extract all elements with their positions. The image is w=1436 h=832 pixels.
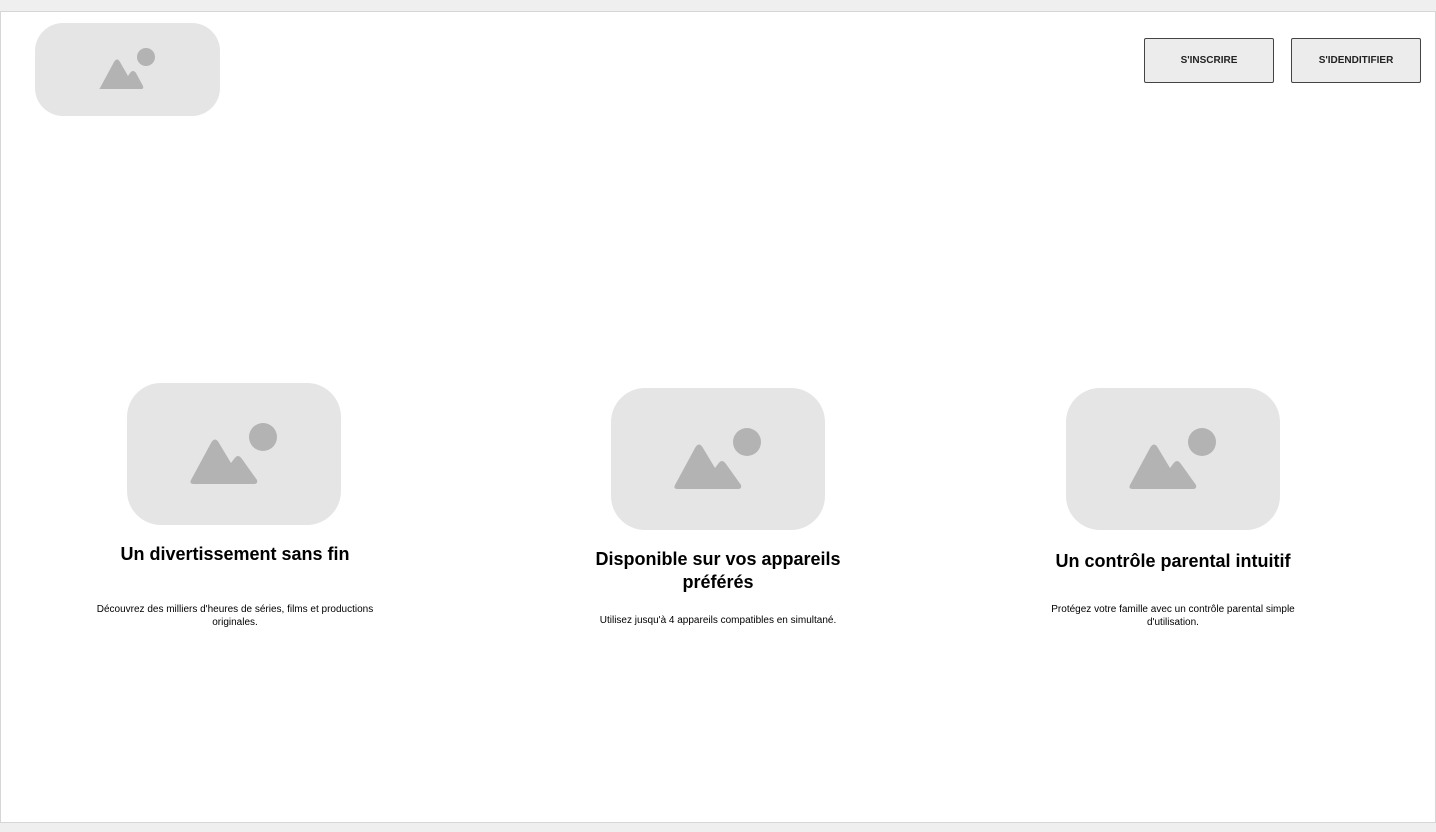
- image-placeholder-icon: [190, 423, 277, 484]
- login-button[interactable]: S'IDENDITIFIER: [1291, 38, 1421, 83]
- feature-title: Un contrôle parental intuitif: [1055, 551, 1291, 571]
- logo-placeholder-icon[interactable]: [35, 23, 220, 116]
- feature-image-placeholder: [1066, 388, 1280, 530]
- image-placeholder-icon: [98, 47, 155, 89]
- page-frame: S'INSCRIRE S'IDENDITIFIER Un divertissem…: [0, 11, 1436, 823]
- feature-image-placeholder: [611, 388, 825, 530]
- feature-card-entertainment: Un divertissement sans fin Découvrez des…: [85, 383, 385, 643]
- feature-image-placeholder: [127, 383, 341, 525]
- signup-button[interactable]: S'INSCRIRE: [1144, 38, 1274, 83]
- image-placeholder-icon: [674, 428, 761, 489]
- feature-card-devices: Disponible sur vos appareils préférés Ut…: [578, 388, 858, 648]
- feature-title: Disponible sur vos appareils préférés: [595, 549, 841, 592]
- feature-description: Découvrez des milliers d'heures de série…: [96, 604, 374, 628]
- image-placeholder-icon: [1129, 428, 1216, 489]
- feature-description: Protégez votre famille avec un contrôle …: [1051, 604, 1295, 628]
- feature-description: Utilisez jusqu'à 4 appareils compatibles…: [599, 615, 837, 626]
- feature-card-parental-control: Un contrôle parental intuitif Protégez v…: [1023, 388, 1323, 648]
- feature-title: Un divertissement sans fin: [120, 544, 350, 564]
